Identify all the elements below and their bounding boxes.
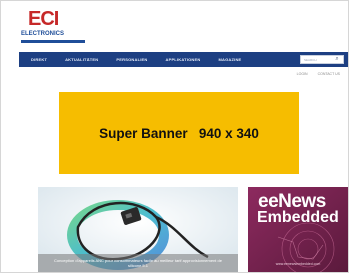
page-frame: ECI ELECTRONICS DIREKT AKTUALITÄTEN PERS… bbox=[0, 0, 349, 273]
site-header: ECI ELECTRONICS bbox=[1, 1, 348, 51]
nav-item-direkt[interactable]: DIREKT bbox=[31, 57, 47, 62]
eenews-url: www.eenewsembedded.com bbox=[275, 262, 321, 266]
article-caption: Conception d'appareils ANC pour consomma… bbox=[38, 254, 238, 272]
secondary-nav: LOGIN CONTACT US bbox=[297, 72, 340, 76]
nav-item-magazine[interactable]: MAGAZINE bbox=[218, 57, 241, 62]
logo-subtitle: ELECTRONICS bbox=[21, 31, 65, 37]
eenews-subtitle: Embedded bbox=[257, 209, 339, 226]
banner-text: Super Banner 940 x 340 bbox=[99, 125, 259, 141]
main-nav: DIREKT AKTUALITÄTEN PERSONALIEN APPLIKAT… bbox=[19, 52, 348, 67]
super-banner-ad[interactable]: Super Banner 940 x 340 bbox=[59, 92, 299, 174]
login-link[interactable]: LOGIN bbox=[297, 72, 308, 76]
nav-item-aktualitaeten[interactable]: AKTUALITÄTEN bbox=[65, 57, 98, 62]
site-logo[interactable]: ECI ELECTRONICS bbox=[21, 9, 91, 45]
logo-underline bbox=[21, 40, 85, 43]
logo-mark: ECI bbox=[28, 8, 59, 30]
nav-item-applikationen[interactable]: APPLIKATIONEN bbox=[165, 57, 200, 62]
nav-item-personalien[interactable]: PERSONALIEN bbox=[116, 57, 147, 62]
eenews-embedded-card[interactable]: eeNews Embedded www.eenewsembedded.com bbox=[248, 187, 348, 272]
featured-article-card[interactable]: Conception d'appareils ANC pour consomma… bbox=[38, 187, 238, 272]
search-icon[interactable]: ⌕ bbox=[333, 55, 341, 63]
contact-link[interactable]: CONTACT US bbox=[318, 72, 340, 76]
